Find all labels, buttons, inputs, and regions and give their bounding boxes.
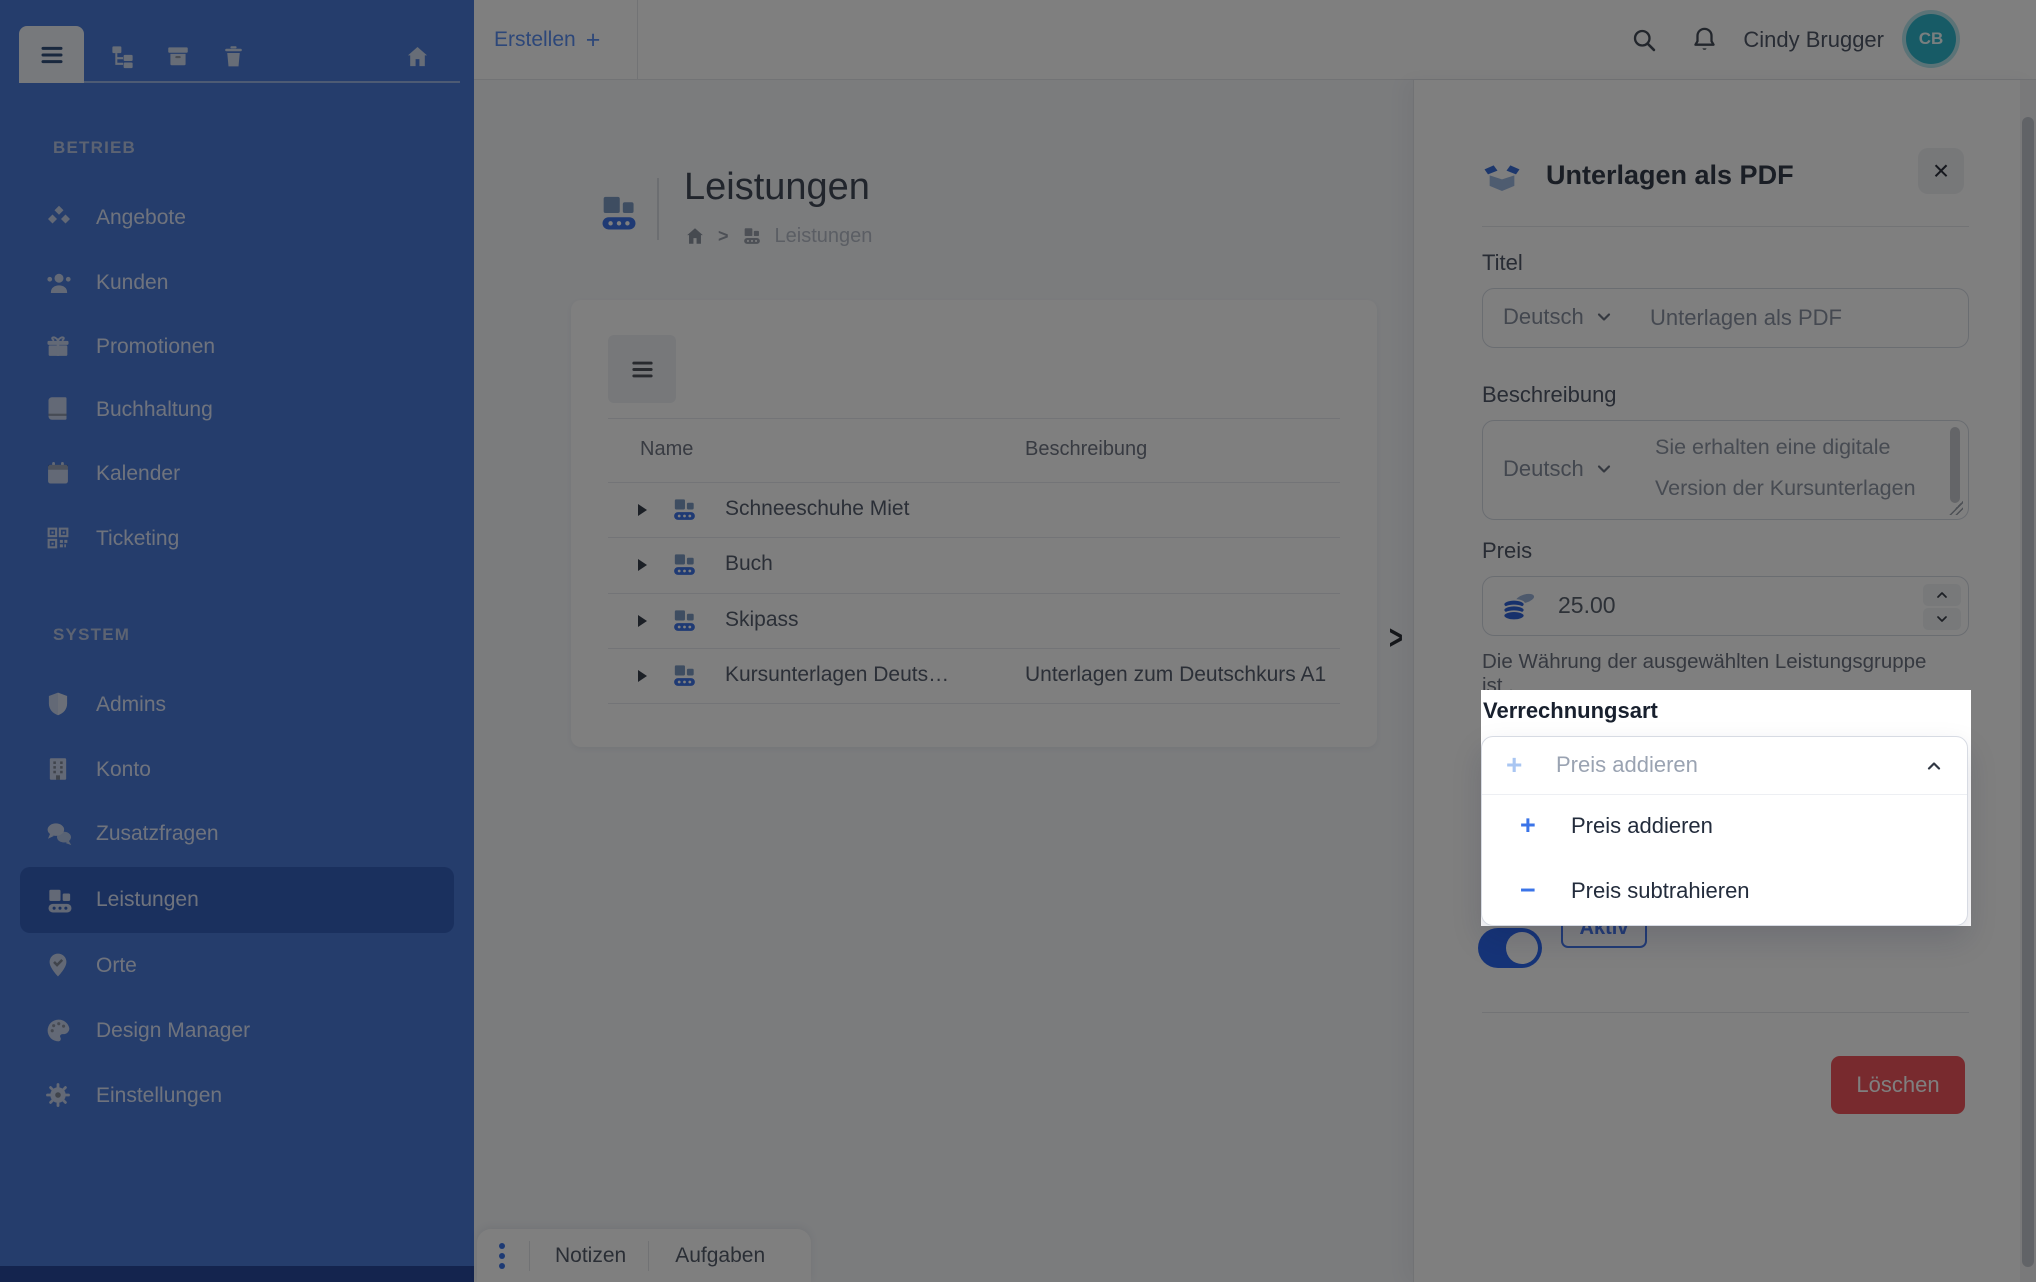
modal-dim-overlay[interactable] <box>0 0 2036 1282</box>
minus-icon <box>1520 875 1536 906</box>
verrechnungsart-select[interactable]: Preis addieren <box>1482 737 1967 794</box>
select-placeholder: Preis addieren <box>1556 752 1698 778</box>
verrechnungsart-section: Verrechnungsart Preis addieren Preis add… <box>1481 690 1971 926</box>
app-screen: BETRIEB Angebote Kunden Promotionen Buch… <box>0 0 2036 1282</box>
option-preis-addieren[interactable]: Preis addieren <box>1482 795 1967 860</box>
option-preis-subtrahieren[interactable]: Preis subtrahieren <box>1482 860 1967 925</box>
chevron-up-icon <box>1923 756 1945 776</box>
plus-icon <box>1520 810 1536 841</box>
verrechnungsart-combobox: Preis addieren Preis addieren Preis subt… <box>1481 736 1968 926</box>
plus-icon <box>1506 749 1522 781</box>
verrechnungsart-label: Verrechnungsart <box>1483 698 1658 724</box>
